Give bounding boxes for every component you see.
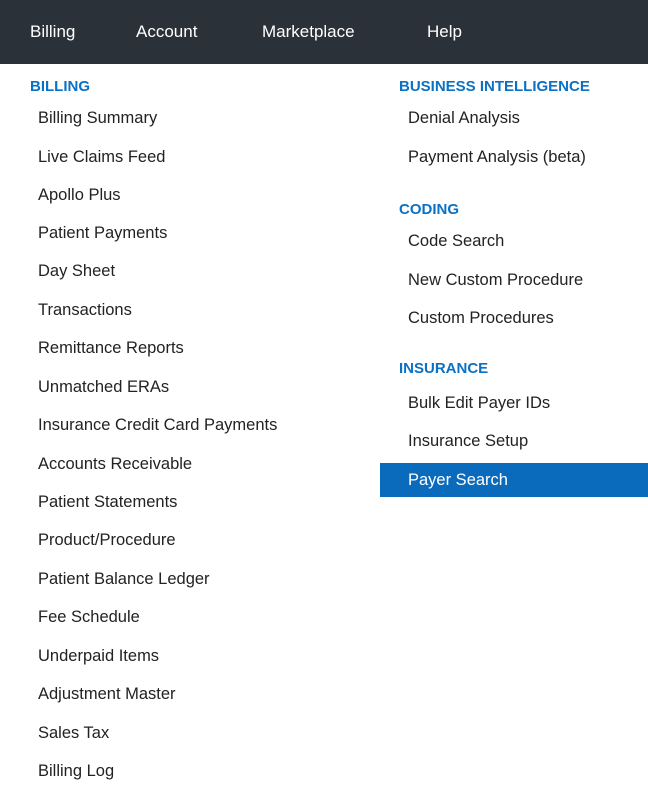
menu-item-underpaid-items[interactable]: Underpaid Items [0, 639, 380, 673]
menu-item-bulk-edit-payer-ids[interactable]: Bulk Edit Payer IDs [380, 386, 648, 420]
menu-item-billing-summary[interactable]: Billing Summary [0, 101, 380, 135]
menu-item-insurance-credit-card-payments[interactable]: Insurance Credit Card Payments [0, 408, 380, 442]
section-heading-insurance: INSURANCE [399, 360, 489, 377]
menu-item-insurance-setup[interactable]: Insurance Setup [380, 424, 648, 458]
section-heading-business-intelligence: BUSINESS INTELLIGENCE [399, 78, 590, 95]
menu-item-live-claims-feed[interactable]: Live Claims Feed [0, 140, 380, 174]
menu-item-patient-payments[interactable]: Patient Payments [0, 216, 380, 250]
nav-billing[interactable]: Billing [30, 22, 75, 42]
menu-item-product-procedure[interactable]: Product/Procedure [0, 523, 380, 557]
menu-item-patient-statements[interactable]: Patient Statements [0, 485, 380, 519]
menu-item-sales-tax[interactable]: Sales Tax [0, 716, 380, 750]
menu-item-apollo-plus[interactable]: Apollo Plus [0, 178, 380, 212]
menu-item-custom-procedures[interactable]: Custom Procedures [380, 301, 648, 335]
section-heading-coding: CODING [399, 201, 459, 218]
menu-item-transactions[interactable]: Transactions [0, 293, 380, 327]
nav-account[interactable]: Account [136, 22, 197, 42]
menu-item-new-custom-procedure[interactable]: New Custom Procedure [380, 263, 648, 297]
menu-item-accounts-receivable[interactable]: Accounts Receivable [0, 447, 380, 481]
menu-item-payer-search[interactable]: Payer Search [380, 463, 648, 497]
top-navigation-bar: Billing Account Marketplace Help [0, 0, 648, 64]
menu-item-day-sheet[interactable]: Day Sheet [0, 254, 380, 288]
top-nav-row: Billing Account Marketplace Help [0, 16, 648, 48]
billing-dropdown-menu: BILLING Billing Summary Live Claims Feed… [0, 64, 648, 783]
nav-help[interactable]: Help [427, 22, 462, 42]
menu-item-fee-schedule[interactable]: Fee Schedule [0, 600, 380, 634]
section-heading-billing: BILLING [30, 78, 90, 95]
menu-item-patient-balance-ledger[interactable]: Patient Balance Ledger [0, 562, 380, 596]
menu-item-payment-analysis[interactable]: Payment Analysis (beta) [380, 140, 648, 174]
nav-marketplace[interactable]: Marketplace [262, 22, 355, 42]
menu-item-unmatched-eras[interactable]: Unmatched ERAs [0, 370, 380, 404]
menu-item-adjustment-master[interactable]: Adjustment Master [0, 677, 380, 711]
menu-item-denial-analysis[interactable]: Denial Analysis [380, 101, 648, 135]
menu-item-code-search[interactable]: Code Search [380, 224, 648, 258]
menu-item-remittance-reports[interactable]: Remittance Reports [0, 331, 380, 365]
